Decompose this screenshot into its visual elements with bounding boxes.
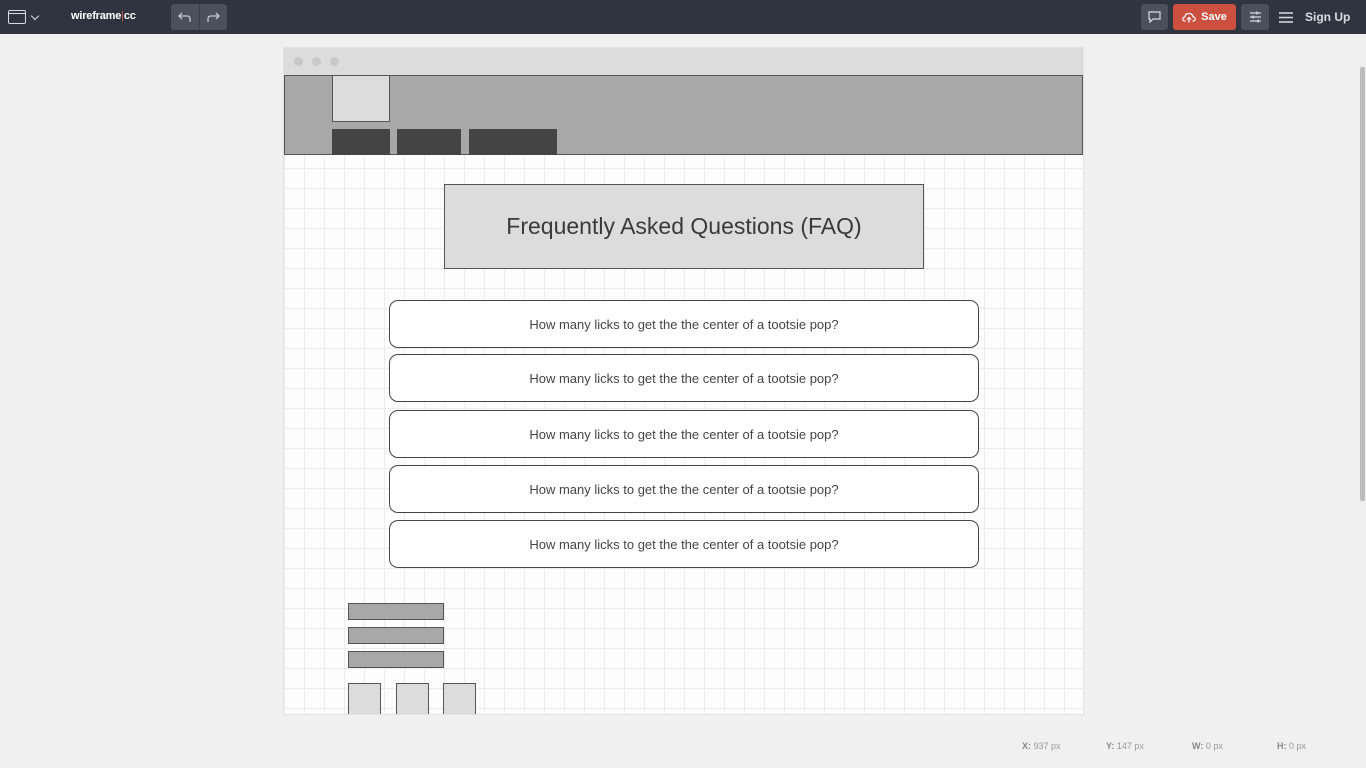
faq-item[interactable]: How many licks to get the the center of … [389,465,979,513]
faq-item[interactable]: How many licks to get the the center of … [389,300,979,348]
status-x: X: 937 px [1022,741,1061,751]
nav-item-placeholder[interactable] [397,129,461,155]
status-h: H: 0 px [1277,741,1307,751]
logo-suffix: cc [123,10,136,22]
faq-question: How many licks to get the the center of … [529,370,839,386]
faq-question: How many licks to get the the center of … [529,536,839,552]
faq-title-box[interactable]: Frequently Asked Questions (FAQ) [444,184,924,269]
save-button[interactable]: Save [1173,4,1236,30]
undo-icon [178,12,191,22]
sliders-icon [1249,11,1261,23]
signup-menu[interactable]: Sign Up [1279,4,1350,30]
browser-window-bar [284,48,1083,75]
logo-main: wireframe [71,10,122,22]
social-icon-placeholder[interactable] [396,683,429,714]
cloud-upload-icon [1182,12,1196,22]
status-w: W: 0 px [1192,741,1223,751]
undo-redo-group [171,4,227,30]
signup-label: Sign Up [1305,10,1351,24]
nav-item-placeholder[interactable] [332,129,390,155]
page-menu-button[interactable] [8,8,44,26]
window-icon [8,10,26,24]
faq-item[interactable]: How many licks to get the the center of … [389,354,979,402]
window-dot [294,57,303,66]
window-dot [330,57,339,66]
settings-button[interactable] [1241,4,1269,30]
logo-placeholder[interactable] [332,75,390,122]
status-y: Y: 147 px [1106,741,1144,751]
comment-button[interactable] [1141,4,1168,30]
window-dot [312,57,321,66]
vertical-scrollbar[interactable] [1360,67,1365,501]
faq-question: How many licks to get the the center of … [529,481,839,497]
site-header-placeholder[interactable] [284,75,1083,155]
top-toolbar: wireframe|cc Save Sign Up [0,0,1366,34]
social-icon-placeholder[interactable] [348,683,381,714]
redo-icon [207,12,220,22]
chevron-down-icon [30,11,40,20]
faq-question: How many licks to get the the center of … [529,426,839,442]
faq-question: How many licks to get the the center of … [529,316,839,332]
footer-link-placeholder[interactable] [348,603,444,620]
footer-link-placeholder[interactable] [348,627,444,644]
nav-item-placeholder[interactable] [469,129,557,155]
social-icon-placeholder[interactable] [443,683,476,714]
wireframe-canvas[interactable]: Frequently Asked Questions (FAQ) How man… [283,47,1084,715]
faq-item[interactable]: How many licks to get the the center of … [389,410,979,458]
app-logo[interactable]: wireframe|cc [71,10,136,22]
footer-link-placeholder[interactable] [348,651,444,668]
faq-item[interactable]: How many licks to get the the center of … [389,520,979,568]
hamburger-icon [1279,11,1293,23]
undo-button[interactable] [171,4,199,30]
comment-icon [1148,11,1161,23]
redo-button[interactable] [198,4,227,30]
faq-title: Frequently Asked Questions (FAQ) [506,213,862,239]
save-label: Save [1201,11,1227,23]
